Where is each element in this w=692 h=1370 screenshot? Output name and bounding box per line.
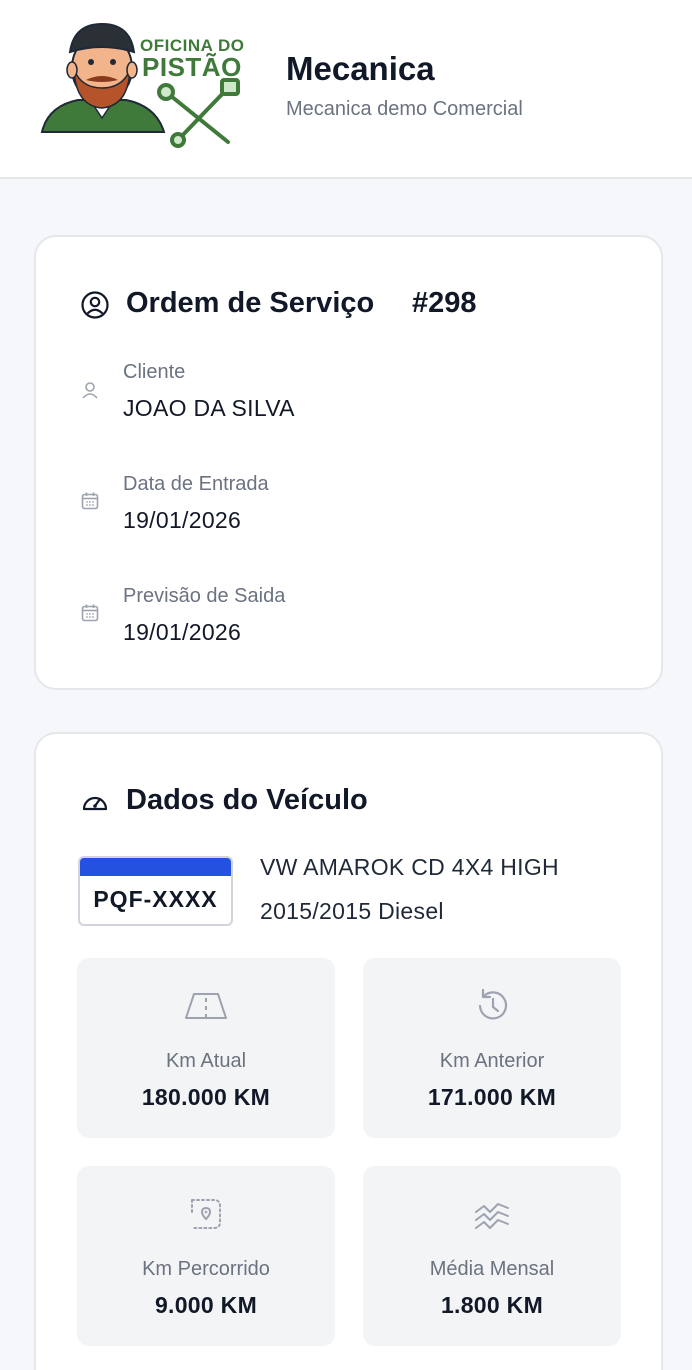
app-header: OFICINA DO PISTÃO Mecanica Mecanica demo… <box>0 0 692 179</box>
logo-text-line2: PISTÃO <box>142 52 242 82</box>
entry-date-label: Data de Entrada <box>123 473 269 495</box>
stat-km-previous: Km Anterior 171.000 KM <box>363 958 621 1138</box>
vehicle-model: VW AMAROK CD 4X4 HIGH <box>260 854 559 880</box>
stat-label: Km Anterior <box>439 1050 545 1072</box>
client-label: Cliente <box>123 361 186 383</box>
user-icon <box>82 382 98 399</box>
client-value: JOAO DA SILVA <box>123 395 295 421</box>
exit-forecast-value: 19/01/2026 <box>123 619 242 645</box>
stat-monthly-average: Média Mensal 1.800 KM <box>363 1166 621 1346</box>
service-order-title: Ordem de Serviço <box>126 287 375 319</box>
stat-label: Km Atual <box>165 1050 247 1072</box>
stat-label: Km Percorrido <box>142 1258 270 1280</box>
user-circle-icon <box>81 291 109 319</box>
road-icon <box>185 993 227 1019</box>
stat-km-current: Km Atual 180.000 KM <box>77 958 335 1138</box>
vehicle-card: Dados do Veículo PQF-XXXX VW AMAROK CD 4… <box>34 732 663 1370</box>
vehicle-year-fuel: 2015/2015 Diesel <box>260 898 444 924</box>
service-order-number: #298 <box>412 287 477 319</box>
calendar-icon <box>81 604 99 622</box>
history-icon <box>478 988 508 1020</box>
company-logo: OFICINA DO PISTÃO <box>38 18 258 150</box>
company-name: Mecanica <box>286 50 435 87</box>
route-icon <box>191 1199 221 1229</box>
vehicle-title: Dados do Veículo <box>126 784 368 816</box>
exit-forecast-label: Previsão de Saida <box>123 585 286 607</box>
license-plate: PQF-XXXX <box>78 856 233 926</box>
stat-value: 1.800 KM <box>440 1292 544 1318</box>
service-order-card: Ordem de Serviço #298 Cliente JOAO DA SI… <box>34 235 663 690</box>
stat-label: Média Mensal <box>429 1258 555 1280</box>
stat-value: 180.000 KM <box>141 1084 271 1110</box>
plate-band <box>80 858 231 876</box>
company-subtitle: Mecanica demo Comercial <box>286 98 523 120</box>
plate-number: PQF-XXXX <box>93 886 218 912</box>
calendar-icon <box>81 492 99 510</box>
trend-icon <box>475 1203 509 1229</box>
stat-value: 171.000 KM <box>427 1084 557 1110</box>
stat-km-traveled: Km Percorrido 9.000 KM <box>77 1166 335 1346</box>
speedometer-icon <box>82 796 108 811</box>
entry-date-value: 19/01/2026 <box>123 507 242 533</box>
stat-value: 9.000 KM <box>154 1292 258 1318</box>
